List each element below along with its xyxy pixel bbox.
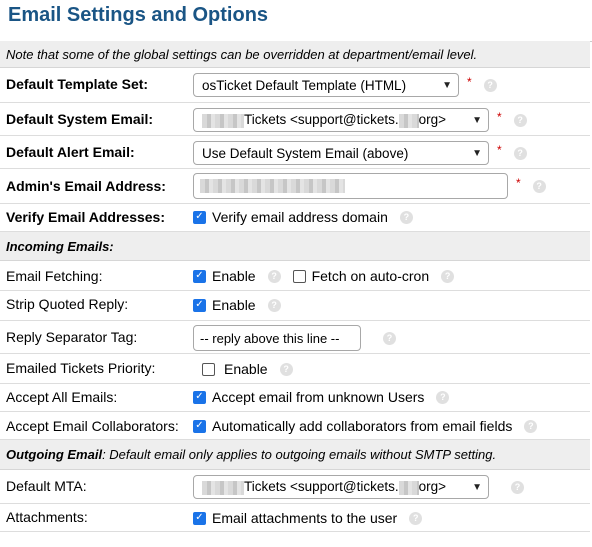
help-icon[interactable]: ? [441, 269, 455, 283]
help-icon[interactable]: ? [267, 298, 281, 312]
redacted-block [202, 480, 244, 495]
chevron-down-icon: ▼ [472, 114, 482, 126]
outgoing-section-header: Outgoing Email: Default email only appli… [0, 440, 590, 470]
verify-email-label: Verify Email Addresses: [6, 209, 166, 225]
help-icon[interactable]: ? [267, 269, 281, 283]
row-email-fetching: Email Fetching: ✓ Enable ? Fetch on auto… [0, 261, 590, 291]
row-attachments: Attachments: ✓ Email attachments to the … [0, 504, 590, 532]
verify-email-checkbox[interactable]: ✓ [193, 210, 206, 224]
redacted-block [202, 113, 244, 128]
help-icon[interactable]: ? [483, 78, 497, 92]
chevron-down-icon: ▼ [472, 481, 482, 493]
emailed-priority-checkbox-label: Enable [224, 361, 268, 377]
default-alert-email-value: Use Default System Email (above) [202, 145, 409, 161]
strip-quoted-checkbox[interactable]: ✓ [193, 298, 206, 312]
attachments-checkbox-label: Email attachments to the user [212, 510, 398, 526]
help-icon[interactable]: ? [436, 390, 450, 404]
help-icon[interactable]: ? [409, 511, 423, 525]
help-icon[interactable]: ? [279, 362, 293, 376]
outgoing-section-title: Outgoing Email [6, 447, 103, 462]
accept-collab-checkbox[interactable]: ✓ [193, 419, 206, 433]
row-reply-separator: Reply Separator Tag: -- reply above this… [0, 321, 590, 354]
chevron-down-icon: ▼ [472, 147, 482, 159]
help-icon[interactable]: ? [532, 179, 546, 193]
email-fetching-enable-checkbox[interactable]: ✓ [193, 269, 206, 283]
fetch-auto-cron-checkbox[interactable] [292, 269, 306, 283]
accept-collab-checkbox-label: Automatically add collaborators from ema… [212, 418, 513, 434]
required-marker: * [497, 110, 502, 124]
default-template-set-select[interactable]: osTicket Default Template (HTML) ▼ [193, 73, 459, 97]
redacted-block [398, 113, 419, 128]
email-fetching-label: Email Fetching: [6, 268, 103, 284]
default-alert-email-label: Default Alert Email: [6, 144, 135, 160]
email-fetching-enable-label: Enable [212, 268, 256, 284]
default-template-set-label: Default Template Set: [6, 76, 149, 92]
reply-separator-value: -- reply above this line -- [200, 330, 340, 346]
row-default-template-set: Default Template Set: osTicket Default T… [0, 68, 590, 103]
default-mta-select[interactable]: Tickets <support@tickets. org> ▼ [193, 475, 489, 499]
verify-email-checkbox-label: Verify email address domain [212, 209, 388, 225]
help-icon[interactable]: ? [399, 210, 413, 224]
row-default-system-email: Default System Email: Tickets <support@t… [0, 103, 590, 136]
default-system-email-value: Tickets <support@tickets. org> [202, 112, 446, 128]
default-mta-label: Default MTA: [6, 478, 87, 494]
help-icon[interactable]: ? [513, 146, 527, 160]
attachments-checkbox[interactable]: ✓ [193, 511, 206, 525]
redacted-block [200, 179, 345, 193]
row-strip-quoted: Strip Quoted Reply: ✓ Enable ? [0, 291, 590, 321]
notice-row: Note that some of the global settings ca… [0, 41, 590, 68]
row-verify-email: Verify Email Addresses: ✓ Verify email a… [0, 204, 590, 232]
emailed-priority-checkbox[interactable] [202, 362, 215, 376]
accept-all-checkbox[interactable]: ✓ [193, 390, 206, 404]
help-icon[interactable]: ? [513, 113, 527, 127]
reply-separator-label: Reply Separator Tag: [6, 329, 138, 345]
default-template-set-value: osTicket Default Template (HTML) [202, 77, 407, 93]
help-icon[interactable]: ? [511, 480, 524, 494]
chevron-down-icon: ▼ [442, 79, 452, 91]
outgoing-section-note: : Default email only applies to outgoing… [102, 447, 497, 462]
default-alert-email-select[interactable]: Use Default System Email (above) ▼ [193, 141, 489, 165]
row-default-mta: Default MTA: Tickets <support@tickets. or… [0, 470, 590, 504]
accept-all-checkbox-label: Accept email from unknown Users [212, 389, 425, 405]
required-marker: * [497, 143, 502, 157]
required-marker: * [467, 75, 472, 89]
help-icon[interactable]: ? [383, 331, 396, 345]
row-admin-email: Admin's Email Address: * ? [0, 169, 590, 204]
accept-collab-label: Accept Email Collaborators: [6, 418, 179, 434]
redacted-block [398, 480, 419, 495]
incoming-section-header: Incoming Emails: [0, 232, 590, 261]
reply-separator-input[interactable]: -- reply above this line -- [193, 325, 361, 351]
default-system-email-select[interactable]: Tickets <support@tickets. org> ▼ [193, 108, 489, 132]
required-marker: * [516, 176, 521, 190]
page-title: Email Settings and Options [8, 4, 269, 26]
emailed-priority-label: Emailed Tickets Priority: [6, 360, 156, 376]
admin-email-label: Admin's Email Address: [6, 178, 166, 194]
row-emailed-priority: Emailed Tickets Priority: Enable ? [0, 354, 590, 384]
attachments-label: Attachments: [6, 509, 88, 525]
help-icon[interactable]: ? [524, 419, 538, 433]
default-mta-value: Tickets <support@tickets. org> [202, 479, 446, 495]
row-accept-collab: Accept Email Collaborators: ✓ Automatica… [0, 412, 590, 440]
notice-text: Note that some of the global settings ca… [6, 46, 478, 62]
accept-all-label: Accept All Emails: [6, 389, 118, 405]
strip-quoted-label: Strip Quoted Reply: [6, 296, 129, 312]
admin-email-input[interactable] [193, 173, 508, 199]
incoming-section-title: Incoming Emails: [6, 238, 114, 254]
row-default-alert-email: Default Alert Email: Use Default System … [0, 136, 590, 169]
strip-quoted-checkbox-label: Enable [212, 297, 256, 313]
row-accept-all: Accept All Emails: ✓ Accept email from u… [0, 384, 590, 412]
default-system-email-label: Default System Email: [6, 111, 154, 127]
fetch-auto-cron-label: Fetch on auto-cron [311, 268, 430, 284]
